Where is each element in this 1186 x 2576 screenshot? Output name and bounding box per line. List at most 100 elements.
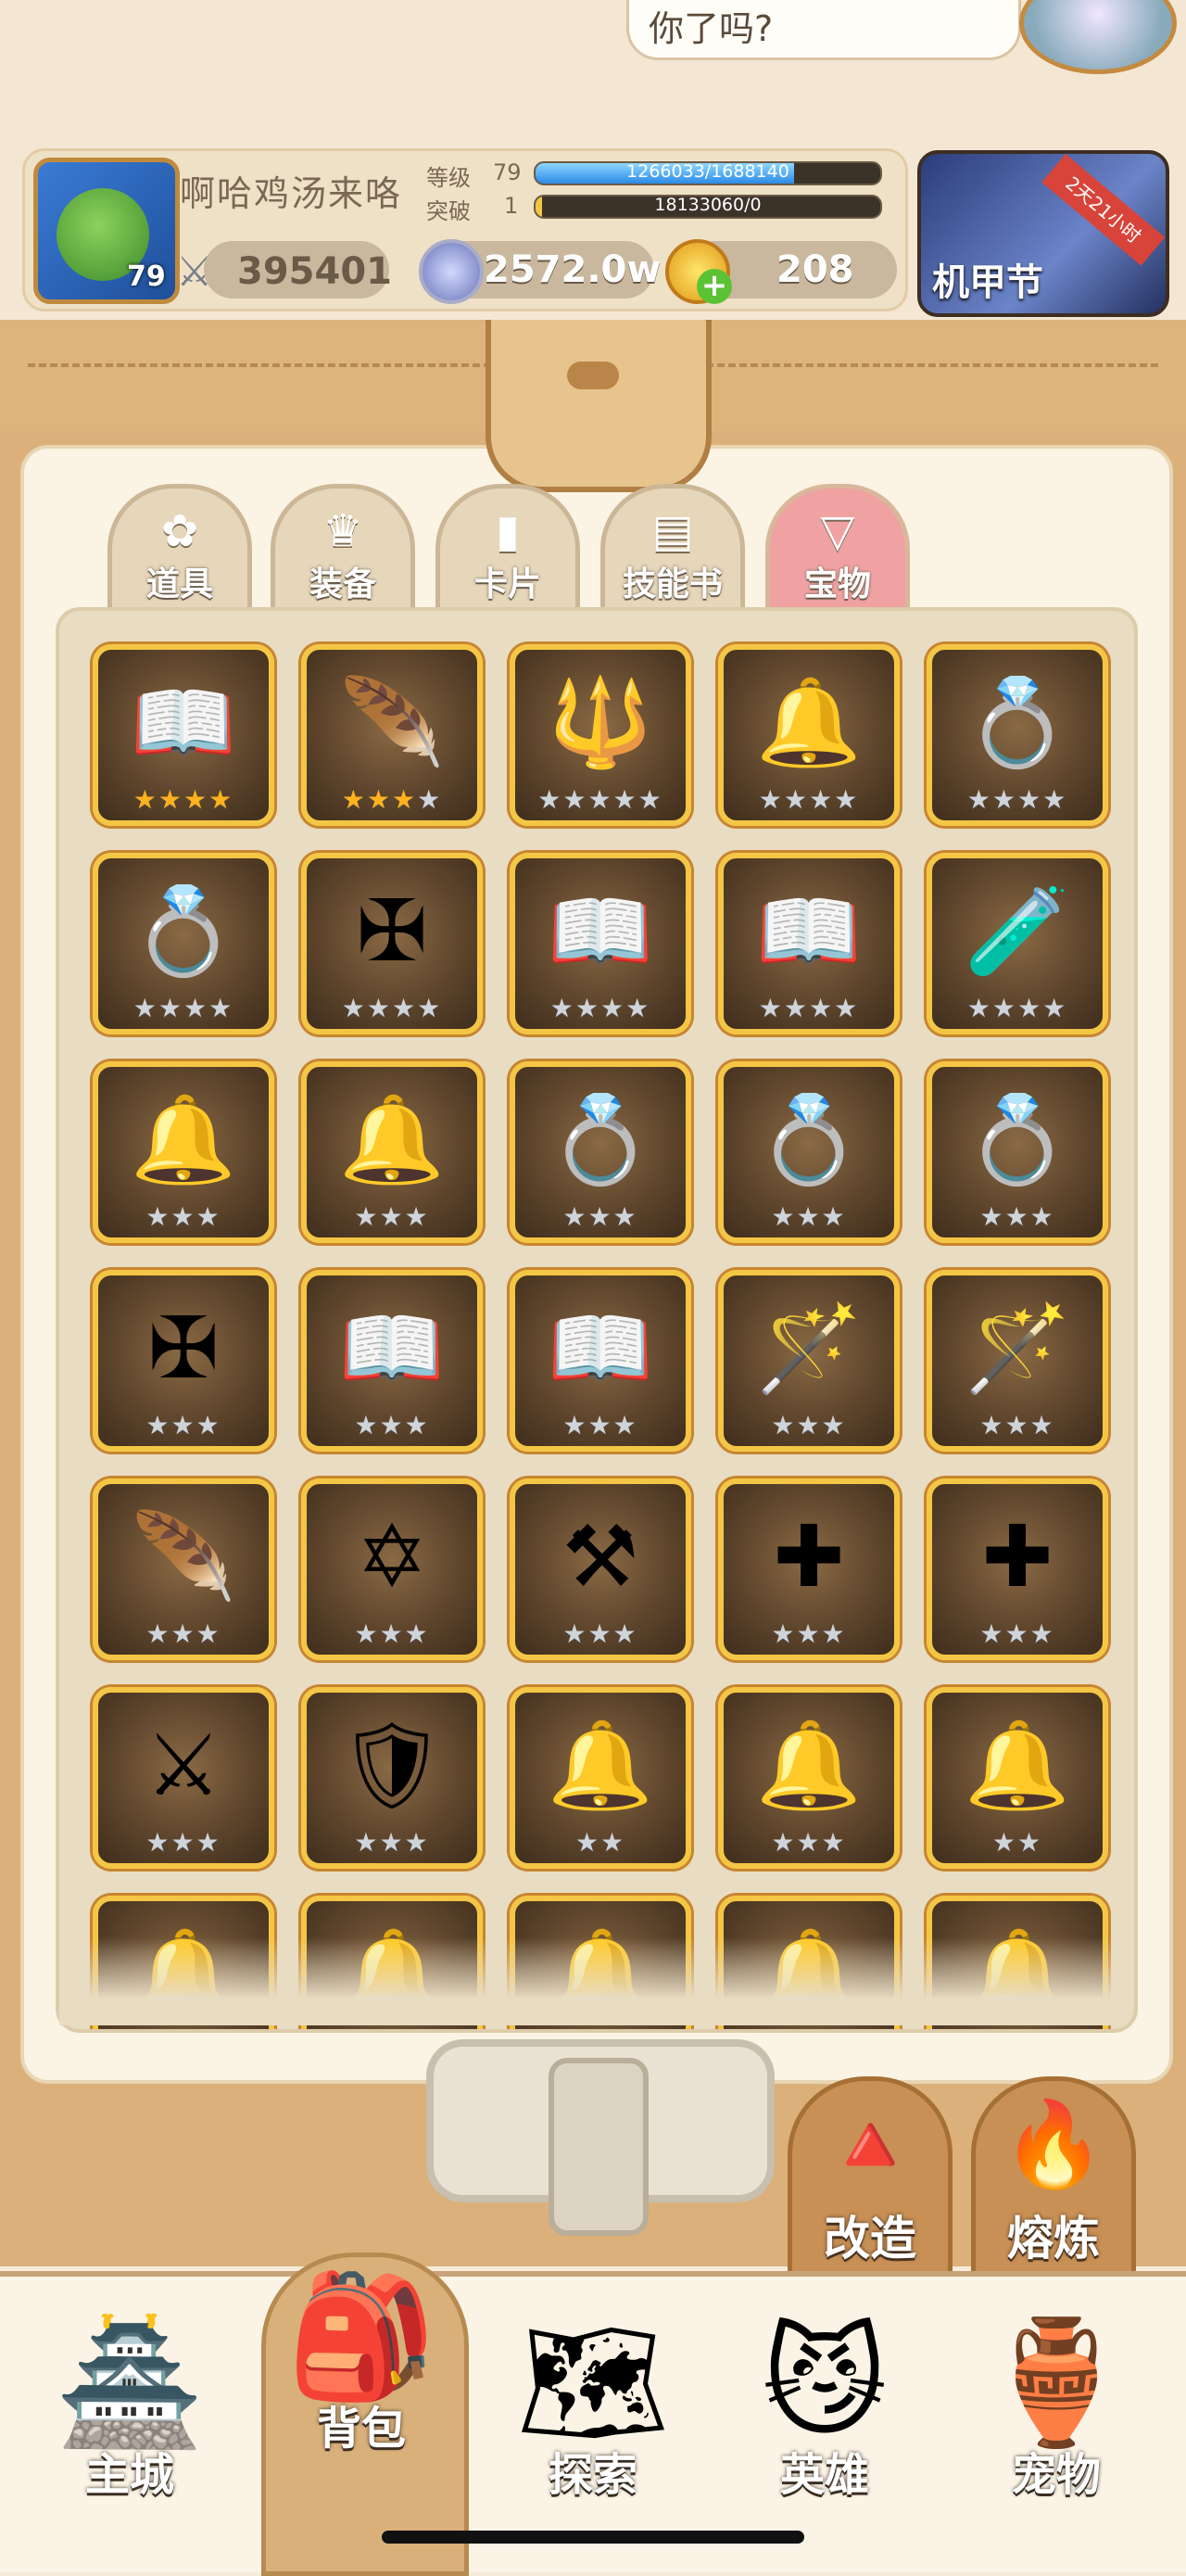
treasure-slot[interactable]: ✡ ★★★: [301, 1478, 483, 1660]
star-icon: ★: [158, 993, 183, 1023]
bell-icon: 🔔: [547, 1716, 654, 1815]
nav-label: 英雄: [779, 2449, 869, 2501]
treasure-slot[interactable]: ✚ ★★★: [718, 1478, 900, 1660]
nav-2[interactable]: 🗺 探索: [491, 2290, 695, 2531]
nav-3[interactable]: 😼 英雄: [723, 2290, 927, 2531]
treasure-slot[interactable]: 📖 ★★★: [510, 1270, 691, 1452]
tab-2[interactable]: ▮ 卡片: [435, 484, 580, 618]
avatar-level: 79: [127, 260, 166, 293]
smelt-button[interactable]: 🔥 熔炼: [971, 2076, 1136, 2290]
treasure-slot[interactable]: 💍 ★★★: [718, 1061, 900, 1243]
star-icon: ★: [796, 1410, 822, 1440]
breakthrough-label: 突破: [426, 198, 471, 224]
breakthrough-progress-text: 18133060/0: [654, 195, 762, 215]
npc-speech-text: 你了吗?: [649, 8, 774, 49]
star-icon: ★: [417, 993, 443, 1023]
treasure-slot[interactable]: ⚒ ★★★: [510, 1478, 691, 1660]
treasure-slot[interactable]: 💍 ★★★★: [927, 644, 1108, 826]
tab-label: 道具: [145, 565, 213, 603]
star-icon: ★: [574, 1827, 600, 1858]
tab-1[interactable]: ♛ 装备: [271, 484, 415, 618]
treasure-slot[interactable]: 🛡 ★★★: [301, 1687, 483, 1869]
star-icon: ★: [392, 784, 418, 815]
treasure-slot[interactable]: ✚ ★★★: [927, 1478, 1108, 1660]
star-icon: ★: [991, 1827, 1017, 1858]
treasure-slot[interactable]: 🔔 ★★: [510, 1687, 691, 1869]
star-rating: ★★★★: [98, 784, 269, 815]
tab-4[interactable]: ▽ 宝物: [765, 484, 910, 618]
star-icon: ★: [966, 784, 992, 815]
star-icon: ★: [366, 784, 392, 815]
star-rating: ★★: [932, 1827, 1103, 1858]
star-icon: ★: [1017, 993, 1043, 1023]
ring-icon: 💍: [547, 1090, 654, 1189]
star-icon: ★: [208, 993, 234, 1023]
nav-4[interactable]: 🏺 宠物: [954, 2290, 1158, 2531]
nav-1[interactable]: 🎒 背包: [259, 2243, 463, 2484]
treasure-slot[interactable]: 🪶 ★★★: [93, 1478, 274, 1660]
book-icon: 📖: [755, 882, 863, 981]
star-icon: ★: [196, 1618, 221, 1649]
feather-wing-icon: 🪶: [338, 673, 446, 772]
tab-label: 卡片: [473, 565, 541, 603]
fire-icon: 🔥: [1001, 2096, 1106, 2193]
tab-3[interactable]: ▤ 技能书: [600, 484, 745, 618]
treasure-slot[interactable]: 🔔 ★★★: [301, 1061, 483, 1243]
add-gold-button[interactable]: +: [697, 269, 732, 304]
star-rating: ★★★: [307, 1618, 477, 1649]
treasure-slot[interactable]: 📖 ★★★: [301, 1270, 483, 1452]
treasure-slot[interactable]: 🪶 ★★★★: [301, 644, 483, 826]
star-rating: ★★★★: [932, 993, 1103, 1023]
star-icon: ★: [196, 1827, 221, 1858]
star-icon: ★: [821, 1201, 847, 1232]
star-icon: ★: [354, 1410, 380, 1440]
star-rating: ★★★★: [932, 784, 1103, 815]
reforge-button[interactable]: 🔺 改造: [788, 2076, 953, 2290]
nav-0[interactable]: 🏯 主城: [28, 2290, 232, 2531]
star-icon: ★: [196, 1410, 221, 1440]
treasure-slot[interactable]: 🔱 ★★★★★: [510, 644, 691, 826]
treasure-slot[interactable]: 💍 ★★★★: [93, 853, 274, 1034]
star-icon: ★: [366, 993, 392, 1023]
star-rating: ★★★★: [307, 993, 477, 1023]
breakthrough-progress-bar: 18133060/0: [534, 195, 882, 219]
star-icon: ★: [170, 1618, 196, 1649]
treasure-slot[interactable]: 💍 ★★★: [927, 1061, 1108, 1243]
treasure-slot[interactable]: 📖 ★★★★: [510, 853, 691, 1034]
star-icon: ★: [1004, 1618, 1030, 1649]
treasure-slot[interactable]: 🔔 ★★★: [718, 1687, 900, 1869]
nav-label: 宠物: [1011, 2449, 1101, 2501]
star-icon: ★: [1004, 1410, 1030, 1440]
shield-icon: 🛡: [337, 1716, 447, 1815]
level-value: 79: [493, 159, 522, 185]
potion-icon: 🧪: [964, 882, 1071, 981]
tab-0[interactable]: ✿ 道具: [107, 484, 252, 618]
star-rating: ★★★: [307, 1827, 477, 1858]
treasure-slot[interactable]: 🧪 ★★★★: [927, 853, 1108, 1034]
star-rating: ★★★: [724, 1827, 894, 1858]
treasure-slot[interactable]: 💍 ★★★: [510, 1061, 691, 1243]
treasure-slot[interactable]: 📖 ★★★★: [718, 853, 900, 1034]
bell-icon: 🔔: [755, 1716, 863, 1815]
treasure-slot[interactable]: 🪄 ★★★: [718, 1270, 900, 1452]
staff-icon: 🪄: [755, 1299, 863, 1398]
star-rating: ★★★★: [98, 993, 269, 1023]
treasure-slot[interactable]: 📖 ★★★★: [93, 644, 274, 826]
star-rating: ★★★★: [515, 993, 686, 1023]
star-rating: ★★★: [98, 1201, 269, 1232]
treasure-slot[interactable]: 🔔 ★★★★: [718, 644, 900, 826]
star-rating: ★★★★: [724, 784, 894, 815]
player-avatar[interactable]: 79: [33, 158, 180, 304]
treasure-slot[interactable]: 🔔 ★★: [927, 1687, 1108, 1869]
star-icon: ★: [796, 1201, 822, 1232]
star-icon: ★: [796, 1827, 822, 1858]
treasure-slot[interactable]: ⚔ ★★★: [93, 1687, 274, 1869]
treasure-slot[interactable]: ✠ ★★★★: [301, 853, 483, 1034]
treasure-slot[interactable]: 🔔 ★★★: [93, 1061, 274, 1243]
star-icon: ★: [600, 993, 626, 1023]
treasure-slot[interactable]: 🪄 ★★★: [927, 1270, 1108, 1452]
treasure-slot[interactable]: ✠ ★★★: [93, 1270, 274, 1452]
event-title: 机甲节: [932, 261, 1043, 304]
star-icon: ★: [1029, 1410, 1055, 1440]
star-icon: ★: [979, 1410, 1005, 1440]
